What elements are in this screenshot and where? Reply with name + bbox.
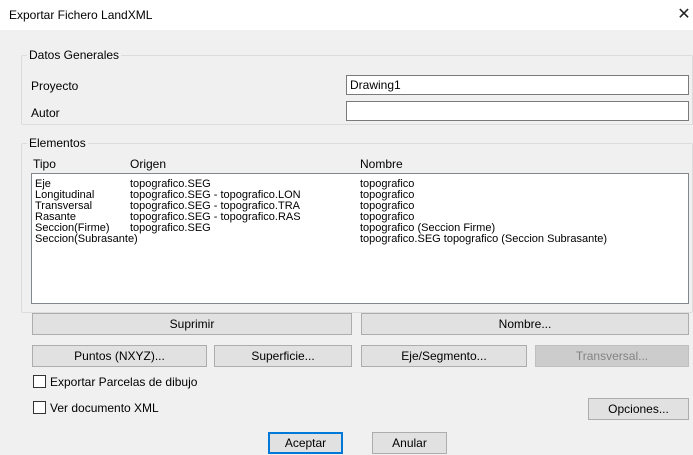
header-origen: Origen xyxy=(130,157,167,171)
elementos-listbox[interactable]: Eje topografico.SEG topografico Longitud… xyxy=(31,173,689,304)
close-icon[interactable]: ✕ xyxy=(675,0,693,30)
eje-segmento-button[interactable]: Eje/Segmento... xyxy=(361,345,527,367)
opciones-button[interactable]: Opciones... xyxy=(588,398,689,420)
window-title: Exportar Fichero LandXML xyxy=(9,8,153,22)
proyecto-input[interactable] xyxy=(346,75,689,95)
transversal-button[interactable]: Transversal... xyxy=(535,345,689,367)
aceptar-button[interactable]: Aceptar xyxy=(268,432,343,454)
ver-documento-label: Ver documento XML xyxy=(50,401,159,415)
elementos-legend: Elementos xyxy=(27,136,88,150)
proyecto-label: Proyecto xyxy=(31,79,79,93)
exportar-parcelas-label: Exportar Parcelas de dibujo xyxy=(50,375,198,389)
export-landxml-dialog: Exportar Fichero LandXML ✕ Datos General… xyxy=(0,0,693,455)
row-nombre: topografico.SEG topografico (Seccion Sub… xyxy=(360,233,608,245)
ver-documento-checkbox[interactable] xyxy=(33,401,46,414)
superficie-button[interactable]: Superficie... xyxy=(214,345,352,367)
anular-button[interactable]: Anular xyxy=(372,432,447,454)
autor-input[interactable] xyxy=(346,101,689,121)
header-tipo: Tipo xyxy=(33,157,56,171)
puntos-button[interactable]: Puntos (NXYZ)... xyxy=(32,345,207,367)
row-origen: topografico.SEG xyxy=(130,222,211,234)
row-tipo: Seccion(Subrasante) xyxy=(35,233,138,245)
header-nombre: Nombre xyxy=(360,157,403,171)
exportar-parcelas-checkbox[interactable] xyxy=(33,375,46,388)
autor-label: Autor xyxy=(31,106,60,120)
suprimir-button[interactable]: Suprimir xyxy=(32,313,352,335)
datos-generales-legend: Datos Generales xyxy=(27,48,122,62)
title-bar: Exportar Fichero LandXML ✕ xyxy=(0,0,693,30)
nombre-button[interactable]: Nombre... xyxy=(361,313,689,335)
